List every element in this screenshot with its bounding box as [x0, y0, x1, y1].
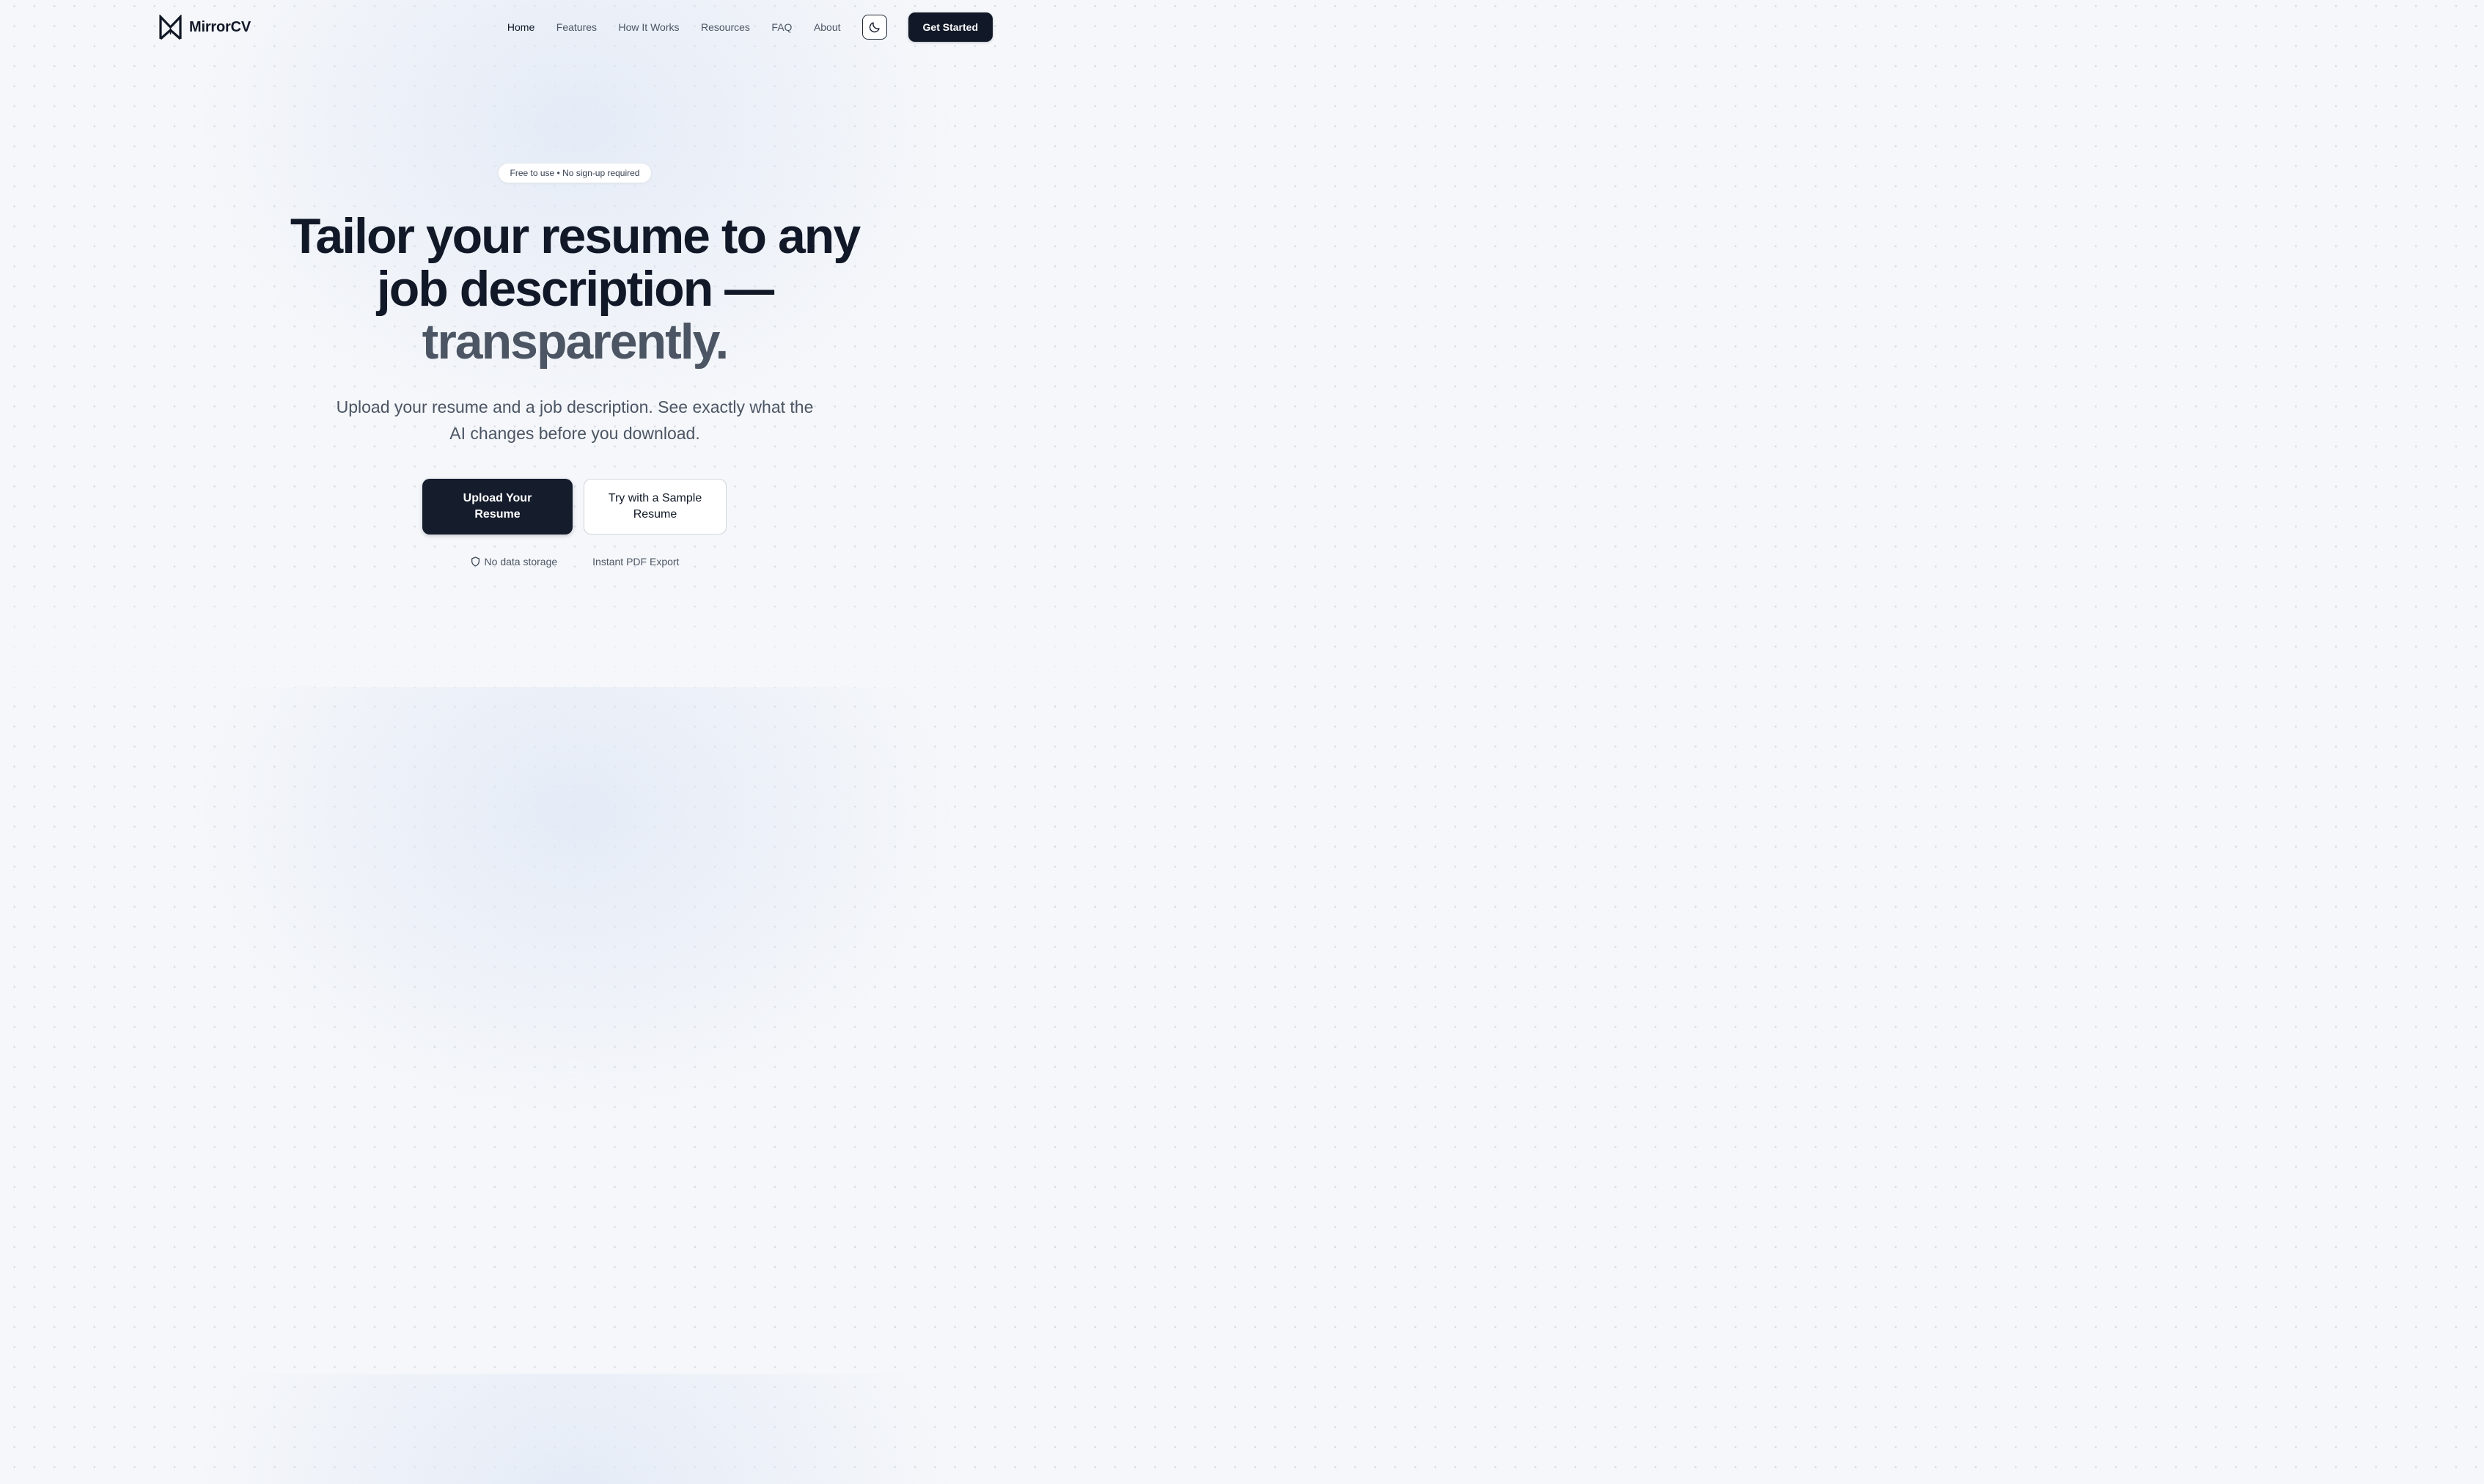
feature-no-data-storage: No data storage	[471, 556, 558, 567]
hero-headline: Tailor your resume to any job descriptio…	[208, 210, 941, 368]
feature-label: Instant PDF Export	[592, 556, 680, 567]
nav-link-home[interactable]: Home	[507, 21, 534, 33]
get-started-button[interactable]: Get Started	[908, 12, 993, 42]
theme-toggle-button[interactable]	[861, 15, 887, 40]
moon-icon	[869, 22, 880, 33]
headline-line-2: job description —	[376, 261, 774, 317]
shield-icon	[471, 556, 479, 567]
nav-link-features[interactable]: Features	[556, 21, 597, 33]
background-fade	[0, 570, 1150, 687]
try-sample-resume-button[interactable]: Try with a Sample Resume	[584, 479, 727, 535]
top-navigation: MirrorCV Home Features How It Works Reso…	[158, 12, 993, 42]
feature-highlights: No data storage Instant PDF Export	[0, 556, 1150, 567]
nav-link-about[interactable]: About	[814, 21, 841, 33]
nav-link-how-it-works[interactable]: How It Works	[619, 21, 680, 33]
feature-label: No data storage	[484, 556, 558, 567]
brand-name: MirrorCV	[189, 18, 251, 35]
brand-home-link[interactable]: MirrorCV	[158, 14, 251, 40]
mirror-m-logo-icon	[159, 14, 182, 40]
hero-subheadline: Upload your resume and a job description…	[336, 397, 814, 443]
headline-line-1: Tailor your resume to any	[290, 208, 861, 264]
upload-resume-button[interactable]: Upload Your Resume	[422, 479, 573, 535]
nav-link-faq[interactable]: FAQ	[771, 21, 792, 33]
feature-instant-pdf-export: Instant PDF Export	[592, 556, 679, 567]
nav-links: Home Features How It Works Resources FAQ…	[507, 21, 841, 33]
hero-badge: Free to use • No sign-up required	[498, 163, 652, 183]
headline-accent: transparently.	[422, 314, 730, 370]
nav-link-resources[interactable]: Resources	[701, 21, 750, 33]
